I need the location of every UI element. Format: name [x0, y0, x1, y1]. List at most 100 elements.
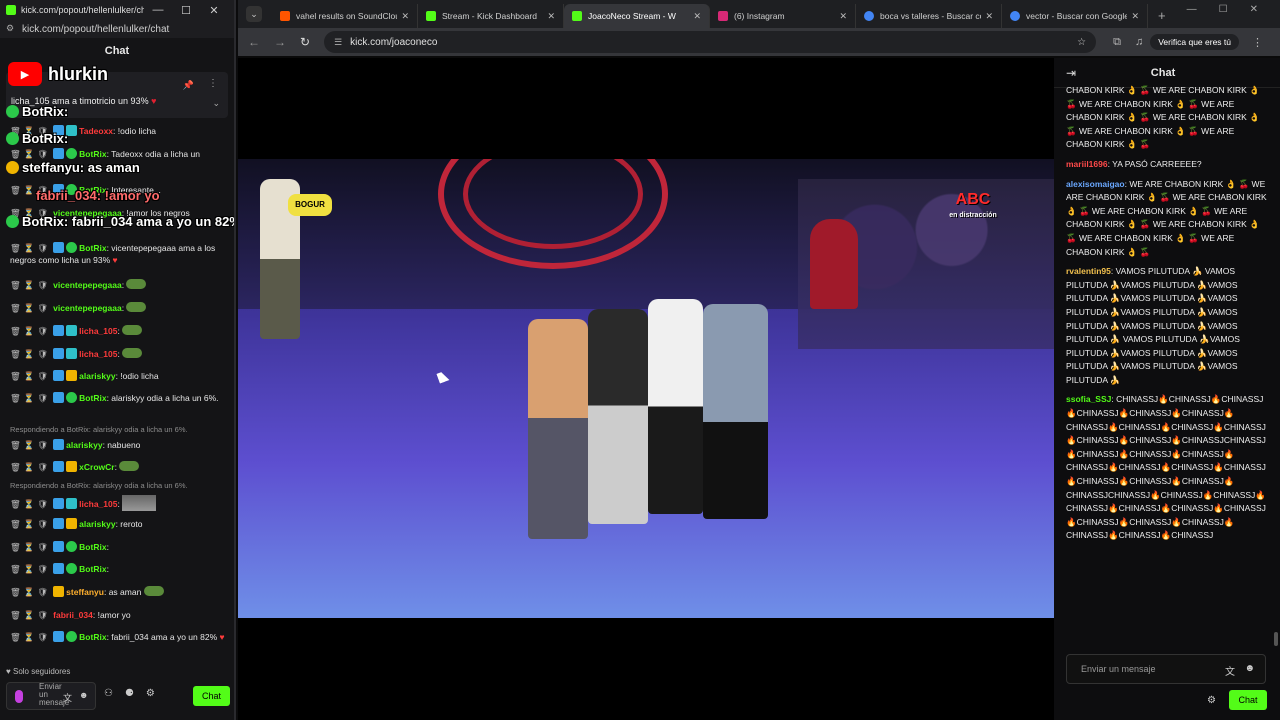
chat-username[interactable]: licha_105 [79, 499, 117, 509]
chat-username[interactable]: BotRix [79, 564, 106, 574]
window-controls[interactable]: —☐✕ [1187, 4, 1280, 15]
translate-icon[interactable]: 文 [1225, 663, 1235, 678]
extensions-icon[interactable]: ⧉ [1113, 36, 1121, 49]
chat-username[interactable]: vicentepepegaaa [53, 303, 122, 313]
tab-instagram[interactable]: (6) Instagram ✕ [710, 4, 856, 28]
tab-google-vector[interactable]: vector - Buscar con Google ✕ [1002, 4, 1148, 28]
tab-search-icon[interactable]: ⌄ [246, 6, 262, 22]
chat-message: alexisomaigao: WE ARE CHABON KIRK 👌 🍒 WE… [1066, 178, 1267, 257]
tab-soundcloud[interactable]: vahel results on SoundClou ✕ [272, 4, 418, 28]
mod-action-icons[interactable]: 🗑⏳🛡 [10, 242, 51, 254]
followers-only-note: ♥ Solo seguidores [6, 667, 71, 676]
chat-username[interactable]: alexisomaigao [1066, 179, 1125, 189]
mod-action-icons[interactable]: 🗑⏳🛡 [10, 541, 51, 553]
video-player[interactable]: BOGUR ABC en distracción [238, 58, 1054, 720]
close-tab-icon[interactable]: ✕ [401, 11, 409, 22]
more-options-icon[interactable]: ⋮ [208, 78, 218, 89]
chat-username[interactable]: BotRix [79, 632, 106, 642]
input-placeholder: Enviar un mensaje [39, 682, 70, 707]
verified-badge-icon [66, 392, 78, 403]
tab-strip: ⌄ vahel results on SoundClou ✕ Stream - K… [238, 0, 1280, 28]
mic-icon[interactable] [15, 690, 23, 703]
badge-icon [53, 242, 65, 253]
chat-username[interactable]: rvalentin95 [1066, 266, 1111, 276]
mod-action-icons[interactable]: 🗑⏳🛡 [10, 148, 51, 160]
chat-username[interactable]: licha_105 [79, 326, 117, 336]
maximize-icon[interactable]: ☐ [172, 4, 200, 17]
chat-username[interactable]: ssofia_SSJ [1066, 394, 1111, 404]
chat-username[interactable]: fabrii_034 [53, 610, 93, 620]
performers-group [528, 299, 788, 549]
chat-username[interactable]: alariskyy [79, 519, 115, 529]
chat-username[interactable]: licha_105 [79, 349, 117, 359]
chat-username[interactable]: mariil1696 [1066, 159, 1108, 169]
mod-action-icons[interactable]: 🗑⏳🛡 [10, 325, 51, 337]
chat-username[interactable]: BotRix [79, 149, 106, 159]
chat-username[interactable]: vicentepepegaaa [53, 280, 122, 290]
emoji-icon[interactable]: ☻ [79, 690, 88, 700]
close-tab-icon[interactable]: ✕ [839, 11, 847, 22]
stream-video-frame[interactable]: BOGUR ABC en distracción [238, 159, 1054, 618]
reload-icon[interactable]: ↻ [300, 35, 310, 49]
chat-settings-gear-icon[interactable]: ⚙ [1207, 695, 1216, 706]
mod-action-icons[interactable]: 🗑⏳🛡 [10, 279, 51, 291]
chat-username[interactable]: alariskyy [79, 371, 115, 381]
profile-chip[interactable]: Verifica que eres tú [1150, 34, 1239, 50]
mod-action-icons[interactable]: 🗑⏳🛡 [10, 302, 51, 314]
popout-tool-icons[interactable]: ⚇⚈⚙ [104, 688, 167, 699]
chat-username[interactable]: BotRix [79, 542, 106, 552]
close-tab-icon[interactable]: ✕ [547, 11, 555, 22]
mod-action-icons[interactable]: 🗑⏳🛡 [10, 518, 51, 530]
forward-icon[interactable]: → [274, 35, 286, 49]
minimize-icon[interactable]: — [144, 4, 172, 16]
pin-icon[interactable]: 📌 [183, 80, 194, 91]
tab-google-boca[interactable]: boca vs talleres - Buscar co ✕ [856, 4, 1002, 28]
browser-menu-icon[interactable]: ⋮ [1252, 36, 1263, 49]
address-bar[interactable]: ☰ kick.com/joaconeco ☆ [324, 31, 1097, 53]
emoji-icon[interactable]: ☻ [1244, 663, 1255, 674]
new-tab-icon[interactable]: + [1158, 8, 1166, 23]
site-info-icon[interactable]: ⚙ [6, 23, 14, 34]
collapse-chat-icon[interactable]: ⇥ [1066, 66, 1076, 80]
mod-action-icons[interactable]: 🗑⏳🛡 [10, 586, 51, 598]
tab-joaconeco-stream[interactable]: JoacoNeco Stream - W ✕ [564, 4, 710, 28]
site-info-icon[interactable]: ☰ [334, 37, 342, 48]
mod-action-icons[interactable]: 🗑⏳🛡 [10, 392, 51, 404]
chat-username[interactable]: Tadeoxx [79, 126, 113, 136]
red-chair [810, 219, 858, 309]
popout-message-input[interactable]: Enviar un mensaje 文 ☻ [6, 682, 96, 710]
mod-action-icons[interactable]: 🗑⏳🛡 [10, 370, 51, 382]
chevron-down-icon[interactable]: ⌄ [212, 98, 220, 109]
chat-username[interactable]: BotRix [79, 243, 106, 253]
mod-action-icons[interactable]: 🗑⏳🛡 [10, 461, 51, 473]
mod-action-icons[interactable]: 🗑⏳🛡 [10, 439, 51, 451]
close-tab-icon[interactable]: ✕ [985, 11, 993, 22]
chat-scrollbar[interactable] [1274, 632, 1278, 646]
close-tab-icon[interactable]: ✕ [693, 11, 701, 22]
tab-kick-dashboard[interactable]: Stream - Kick Dashboard ✕ [418, 4, 564, 28]
verified-badge-icon [6, 132, 19, 145]
mod-action-icons[interactable]: 🗑⏳🛡 [10, 631, 51, 643]
chat-message-input[interactable]: Enviar un mensaje 文 ☻ [1066, 654, 1266, 684]
chat-username[interactable]: alariskyy [66, 440, 102, 450]
mod-action-icons[interactable]: 🗑⏳🛡 [10, 609, 51, 621]
browser-window: ⌄ vahel results on SoundClou ✕ Stream - K… [238, 0, 1280, 720]
back-icon[interactable]: ← [248, 35, 260, 49]
close-tab-icon[interactable]: ✕ [1131, 11, 1139, 22]
chat-text: : !amor yo [92, 610, 131, 620]
chat-username[interactable]: steffanyu [66, 587, 104, 597]
chat-send-button[interactable]: Chat [1229, 690, 1267, 710]
heart-icon: ♥ [151, 96, 157, 106]
chat-username[interactable]: BotRix [79, 393, 106, 403]
translate-icon[interactable]: 文 [63, 691, 72, 704]
chat-username[interactable]: xCrowCr [79, 462, 114, 472]
mod-action-icons[interactable]: 🗑⏳🛡 [10, 563, 51, 575]
popout-send-button[interactable]: Chat [193, 686, 230, 706]
bookmark-star-icon[interactable]: ☆ [1077, 37, 1086, 48]
media-control-icon[interactable]: ♫ [1135, 36, 1143, 48]
emote-icon [126, 279, 147, 289]
chat-line: 🗑⏳🛡 alariskyy: nabueno [10, 439, 230, 451]
mod-action-icons[interactable]: 🗑⏳🛡 [10, 498, 51, 510]
close-icon[interactable]: ✕ [200, 4, 228, 17]
mod-action-icons[interactable]: 🗑⏳🛡 [10, 348, 51, 360]
